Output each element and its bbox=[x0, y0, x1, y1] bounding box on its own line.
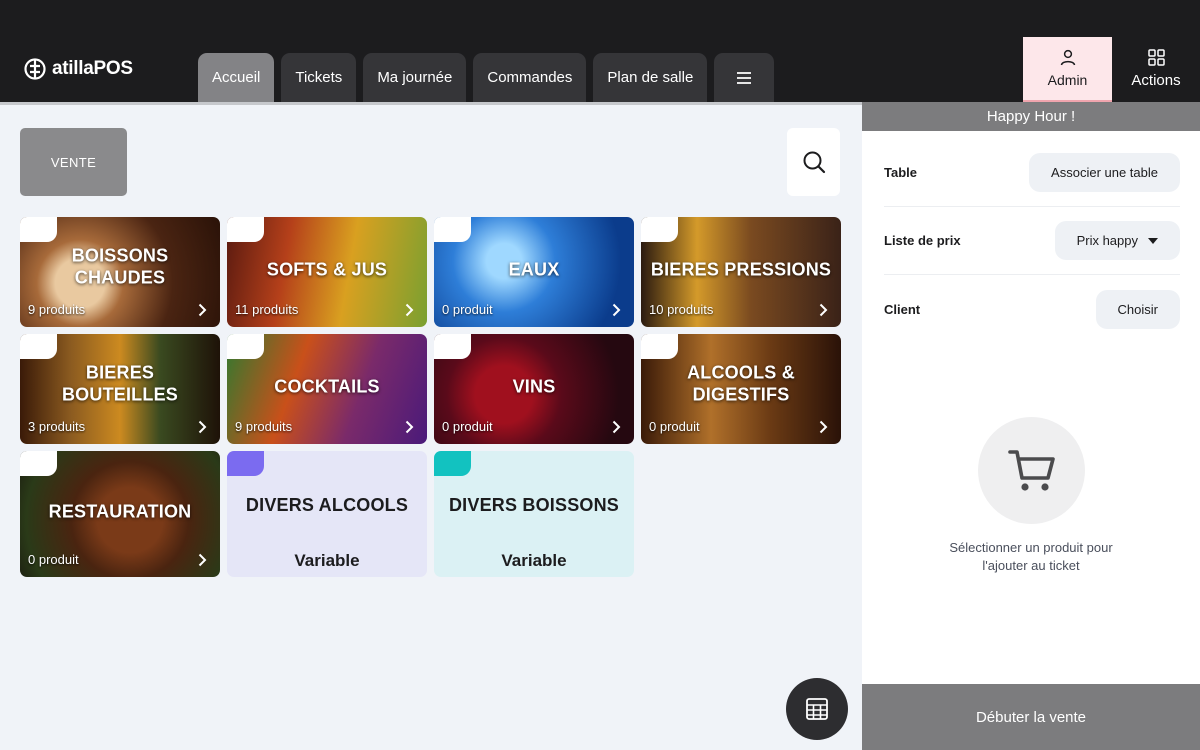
tab-plan-de-salle[interactable]: Plan de salle bbox=[593, 53, 708, 102]
tab-accueil[interactable]: Accueil bbox=[198, 53, 275, 102]
client-label: Client bbox=[884, 301, 921, 317]
chevron-right-icon bbox=[612, 303, 621, 317]
main-area: VENTE BOISSONS CHAUDES 9 produits SOFTS … bbox=[0, 102, 862, 750]
card-corner bbox=[227, 334, 264, 359]
price-list-select[interactable]: Prix happy bbox=[1054, 221, 1180, 260]
category-price-variable: Variable bbox=[294, 551, 360, 570]
category-title: BOISSONS CHAUDES bbox=[71, 245, 169, 288]
chevron-right-icon bbox=[819, 420, 828, 434]
category-count: 9 produits bbox=[235, 419, 293, 434]
chevron-right-icon bbox=[405, 303, 414, 317]
category-title: DIVERS ALCOOLS bbox=[245, 495, 409, 516]
table-row: Table Associer une table bbox=[884, 139, 1180, 207]
category-divers-alcools[interactable]: DIVERS ALCOOLS Variable bbox=[227, 451, 427, 577]
card-corner bbox=[227, 451, 264, 476]
calculator-icon bbox=[806, 698, 828, 720]
category-count: 0 produit bbox=[442, 419, 493, 434]
start-sale-button[interactable]: Débuter la vente bbox=[862, 684, 1200, 750]
category-bieres-pressions[interactable]: BIERES PRESSIONS 10 produits bbox=[641, 217, 841, 327]
tab-tickets[interactable]: Tickets bbox=[281, 53, 357, 102]
category-count: 11 produits bbox=[235, 302, 299, 317]
category-count: 9 produits bbox=[28, 302, 86, 317]
price-list-value: Prix happy bbox=[1076, 233, 1138, 248]
chevron-right-icon bbox=[198, 303, 207, 317]
ticket-panel: Happy Hour ! Table Associer une table Li… bbox=[862, 102, 1200, 750]
category-title: BIERES PRESSIONS bbox=[650, 259, 832, 280]
chevron-right-icon bbox=[198, 420, 207, 434]
user-icon bbox=[1060, 49, 1075, 66]
category-grid: BOISSONS CHAUDES 9 produits SOFTS & JUS … bbox=[20, 217, 841, 577]
category-restauration[interactable]: RESTAURATION 0 produit bbox=[20, 451, 220, 577]
category-count: 3 produits bbox=[28, 419, 86, 434]
category-price-variable: Variable bbox=[501, 551, 567, 570]
card-corner bbox=[434, 334, 471, 359]
category-vins[interactable]: VINS 0 produit bbox=[434, 334, 634, 444]
brand-logo: atillaPOS bbox=[24, 58, 133, 80]
category-divers-boissons[interactable]: DIVERS BOISSONS Variable bbox=[434, 451, 634, 577]
actions-label: Actions bbox=[1131, 72, 1181, 89]
category-boissons-chaudes[interactable]: BOISSONS CHAUDES 9 produits bbox=[20, 217, 220, 327]
category-title: EAUX bbox=[508, 259, 560, 280]
category-count: 10 produits bbox=[649, 302, 714, 317]
search-button[interactable] bbox=[787, 128, 840, 196]
card-corner bbox=[20, 451, 57, 476]
card-corner bbox=[20, 334, 57, 359]
category-softs-jus[interactable]: SOFTS & JUS 11 produits bbox=[227, 217, 427, 327]
associate-table-button[interactable]: Associer une table bbox=[1029, 153, 1180, 192]
category-alcools-digestifs[interactable]: ALCOOLS & DIGESTIFS 0 produit bbox=[641, 334, 841, 444]
chevron-right-icon bbox=[819, 303, 828, 317]
category-eaux[interactable]: EAUX 0 produit bbox=[434, 217, 634, 327]
client-row: Client Choisir bbox=[884, 275, 1180, 343]
category-title: DIVERS BOISSONS bbox=[448, 495, 620, 516]
calculator-button[interactable] bbox=[786, 678, 848, 740]
vente-button[interactable]: VENTE bbox=[20, 128, 127, 196]
category-title: COCKTAILS bbox=[274, 376, 380, 397]
search-icon bbox=[803, 151, 825, 174]
table-label: Table bbox=[884, 165, 917, 180]
chevron-right-icon bbox=[405, 420, 414, 434]
shopping-cart-icon bbox=[1007, 449, 1055, 491]
category-title: SOFTS & JUS bbox=[266, 259, 388, 280]
price-list-row: Liste de prix Prix happy bbox=[884, 207, 1180, 275]
admin-label: Admin bbox=[1047, 72, 1088, 88]
atilla-logo-icon bbox=[24, 58, 46, 80]
card-corner bbox=[641, 334, 678, 359]
tab-ma-journee[interactable]: Ma journée bbox=[363, 53, 467, 102]
card-corner bbox=[641, 217, 678, 242]
grid-icon bbox=[1147, 49, 1165, 66]
empty-cart bbox=[978, 417, 1085, 524]
category-title: BIERES BOUTEILLES bbox=[61, 362, 178, 405]
actions-button[interactable]: Actions bbox=[1120, 37, 1192, 101]
category-count: 0 produit bbox=[649, 419, 700, 434]
hamburger-menu-icon bbox=[737, 71, 752, 84]
card-corner bbox=[434, 217, 471, 242]
category-count: 0 produit bbox=[28, 552, 79, 567]
brand-name: atillaPOS bbox=[52, 58, 133, 79]
price-list-label: Liste de prix bbox=[884, 233, 961, 248]
top-bar: atillaPOS Accueil Tickets Ma journée Com… bbox=[0, 0, 1200, 104]
category-cocktails[interactable]: COCKTAILS 9 produits bbox=[227, 334, 427, 444]
caret-down-icon bbox=[1148, 237, 1158, 244]
tab-commandes[interactable]: Commandes bbox=[473, 53, 587, 102]
happy-hour-banner: Happy Hour ! bbox=[862, 102, 1200, 131]
category-title: VINS bbox=[512, 376, 556, 397]
category-title: RESTAURATION bbox=[48, 501, 192, 522]
category-title: ALCOOLS & DIGESTIFS bbox=[687, 362, 795, 405]
admin-button[interactable]: Admin bbox=[1023, 37, 1112, 104]
empty-message-line-2: l'ajouter au ticket bbox=[982, 558, 1080, 573]
card-corner bbox=[227, 217, 264, 242]
tab-more-menu[interactable] bbox=[714, 53, 775, 102]
main-tabs: Accueil Tickets Ma journée Commandes Pla… bbox=[198, 53, 775, 102]
chevron-right-icon bbox=[612, 420, 621, 434]
category-count: 0 produit bbox=[442, 302, 493, 317]
choose-client-button[interactable]: Choisir bbox=[1095, 289, 1180, 329]
empty-message-line-1: Sélectionner un produit pour bbox=[949, 540, 1113, 555]
card-corner bbox=[434, 451, 471, 476]
card-corner bbox=[20, 217, 57, 242]
chevron-right-icon bbox=[198, 553, 207, 567]
empty-ticket-message: Sélectionner un produit pour l'ajouter a… bbox=[902, 539, 1160, 575]
category-bieres-bouteilles[interactable]: BIERES BOUTEILLES 3 produits bbox=[20, 334, 220, 444]
